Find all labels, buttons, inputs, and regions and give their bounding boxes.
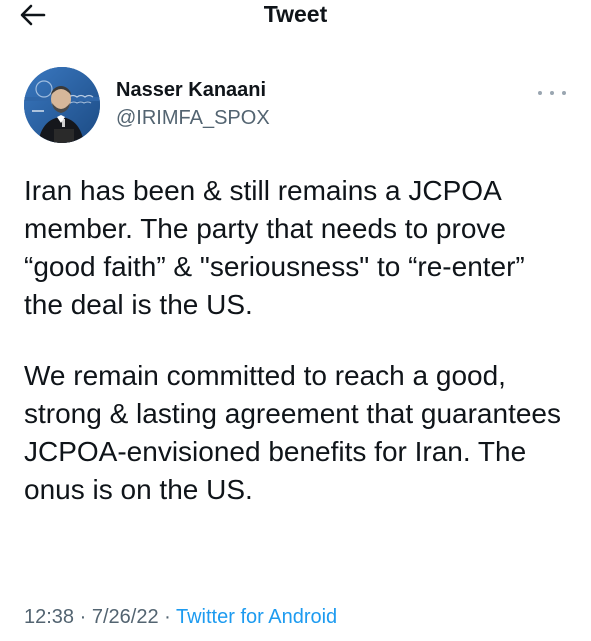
page-title: Tweet <box>263 1 328 27</box>
more-options-button[interactable] <box>538 86 566 100</box>
ellipsis-icon-dot <box>550 91 554 95</box>
meta-separator: · <box>74 606 92 628</box>
ellipsis-icon-dot <box>562 91 566 95</box>
author-name[interactable]: Nasser Kanaani <box>116 78 266 102</box>
author-handle[interactable]: @IRIMFA_SPOX <box>116 106 270 130</box>
ellipsis-icon <box>538 91 542 95</box>
tweet-date[interactable]: 7/26/22 <box>92 606 159 628</box>
meta-separator: · <box>158 606 176 628</box>
tweet-metadata: 12:38 · 7/26/22 · Twitter for Android <box>24 604 337 630</box>
tweet-text-paragraph: Iran has been & still remains a JCPOA me… <box>24 175 525 320</box>
tweet-page: Tweet Nasser Kanaani @IRIMFA_SPOX Iran h… <box>0 0 591 641</box>
tweet-source-link[interactable]: Twitter for Android <box>176 606 337 628</box>
profile-photo <box>24 67 100 143</box>
header-bar: Tweet <box>0 0 591 34</box>
tweet-text-paragraph: We remain committed to reach a good, str… <box>24 360 562 505</box>
tweet-time[interactable]: 12:38 <box>24 606 74 628</box>
avatar[interactable] <box>24 67 100 143</box>
